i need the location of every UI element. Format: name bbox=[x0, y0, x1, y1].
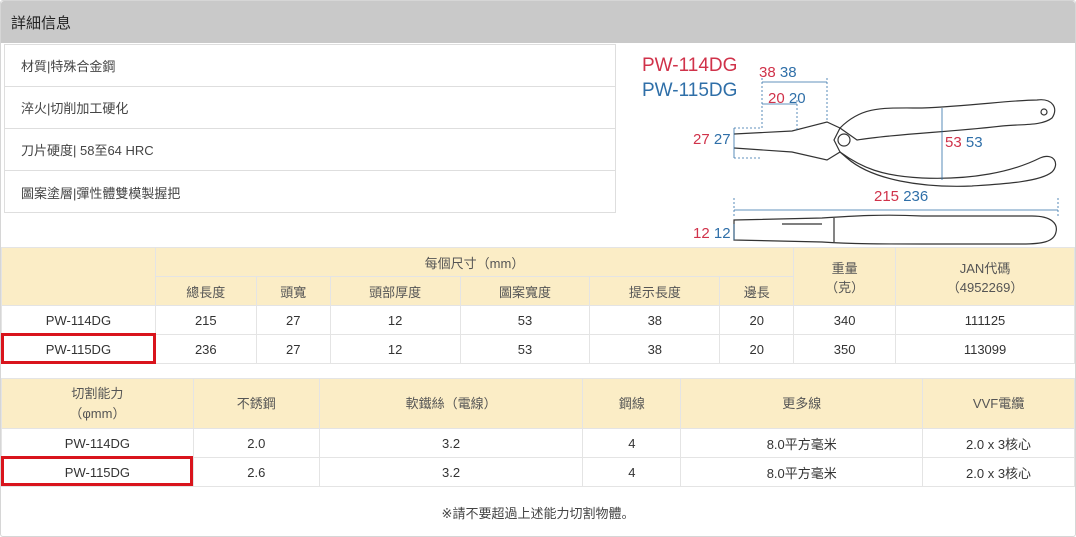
pliers-handle-ring bbox=[1040, 108, 1048, 116]
cutting-note: ※請不要超過上述能力切割物體。 bbox=[441, 506, 635, 521]
pliers-dimension-diagram: PW-114DG PW-115DG 38 38 20 20 27 27 53 5… bbox=[622, 48, 1072, 248]
diagram-model-a: PW-114DG bbox=[642, 55, 738, 76]
size-table-corner bbox=[1, 247, 156, 306]
table-cell: 3.2 bbox=[318, 457, 584, 487]
table-cell: 53 bbox=[459, 305, 591, 335]
dim-head-thickness-a: 12 bbox=[693, 225, 710, 242]
table-cell: 111125 bbox=[895, 305, 1075, 335]
pliers-pivot bbox=[837, 133, 851, 147]
dim-head-width-a: 27 bbox=[693, 131, 710, 148]
highlight-box-size-row bbox=[1, 333, 156, 364]
dim-total-length: 215 236 bbox=[874, 188, 928, 205]
cut-header-steel-wire: 鋼線 bbox=[582, 378, 682, 429]
dim-tip-length-a: 38 bbox=[759, 64, 776, 81]
size-header-total-length: 總長度 bbox=[154, 276, 257, 306]
spec-blade-hardness: 刀片硬度| 58至64 HRC bbox=[5, 129, 615, 171]
dim-grip-width: 53 53 bbox=[945, 134, 983, 151]
dim-tip-length-b: 38 bbox=[779, 64, 797, 81]
table-cell: 2.0 bbox=[192, 428, 320, 458]
dim-edge-length-a: 20 bbox=[768, 90, 785, 107]
spec-list: 材質|特殊合金鋼 淬火|切削加工硬化 刀片硬度| 58至64 HRC 圖案塗層|… bbox=[4, 44, 616, 213]
size-table: 每個尺寸（mm） 重量 （克） JAN代碼 （4952269） 總長度 頭寬 頭… bbox=[1, 247, 1075, 364]
cut-header-capacity: 切割能力 （φmm） bbox=[1, 378, 194, 429]
table-cell: 3.2 bbox=[318, 428, 584, 458]
table-cell: 2.0 x 3核心 bbox=[922, 428, 1075, 458]
table-cell: 4 bbox=[582, 428, 682, 458]
cut-header-soft-wire: 軟鐵絲（電線） bbox=[318, 378, 584, 429]
size-header-tip-length: 提示長度 bbox=[589, 276, 721, 306]
table-cell: 8.0平方毫米 bbox=[680, 428, 924, 458]
table-row: PW-115DG 236 27 12 53 38 20 350 113099 bbox=[1, 334, 1075, 364]
size-header-edge-length: 邊長 bbox=[719, 276, 795, 306]
pliers-jaw-shape bbox=[733, 121, 841, 161]
dim-total-length-a: 215 bbox=[874, 188, 900, 205]
size-header-head-width: 頭寬 bbox=[255, 276, 331, 306]
table-cell: 38 bbox=[589, 305, 721, 335]
table-cell: 27 bbox=[255, 305, 331, 335]
model-cell: PW-114DG bbox=[1, 305, 156, 335]
cut-header-stainless: 不銹鋼 bbox=[192, 378, 320, 429]
dim-edge-length-b: 20 bbox=[788, 90, 806, 107]
dim-grip-width-b: 53 bbox=[965, 134, 983, 151]
table-cell: 38 bbox=[589, 334, 721, 364]
table-cell: 236 bbox=[154, 334, 257, 364]
spec-grip-coating: 圖案塗層|彈性體雙模製握把 bbox=[21, 185, 181, 201]
spec-hardening: 淬火|切削加工硬化 bbox=[5, 87, 615, 129]
spec-material: 材質|特殊合金鋼 bbox=[5, 45, 615, 87]
table-cell: 2.0 x 3核心 bbox=[922, 457, 1075, 487]
dim-tip-length: 38 38 bbox=[759, 64, 797, 81]
dim-head-width-b: 27 bbox=[713, 131, 731, 148]
table-row: PW-114DG 2.0 3.2 4 8.0平方毫米 2.0 x 3核心 bbox=[1, 428, 1075, 458]
cut-header-stranded-wire: 更多線 bbox=[680, 378, 924, 429]
size-group-header: 每個尺寸（mm） bbox=[154, 247, 795, 277]
table-cell: 20 bbox=[719, 334, 795, 364]
table-cell: 350 bbox=[793, 334, 897, 364]
table-cell: 12 bbox=[329, 305, 461, 335]
table-cell: 20 bbox=[719, 305, 795, 335]
pliers-side-view bbox=[733, 214, 1057, 245]
table-cell: 113099 bbox=[895, 334, 1075, 364]
dim-grip-width-a: 53 bbox=[945, 134, 962, 151]
table-cell: 53 bbox=[459, 334, 591, 364]
cut-header-vvf-cable: VVF電纜 bbox=[922, 378, 1075, 429]
panel-title: 詳細信息 bbox=[11, 14, 72, 32]
table-cell: 215 bbox=[154, 305, 257, 335]
table-cell: 2.6 bbox=[192, 457, 320, 487]
table-cell: 4 bbox=[582, 457, 682, 487]
size-header-pattern-width: 圖案寬度 bbox=[459, 276, 591, 306]
size-header-head-thickness: 頭部厚度 bbox=[329, 276, 461, 306]
dim-edge-length: 20 20 bbox=[768, 90, 806, 107]
table-cell: 340 bbox=[793, 305, 897, 335]
table-cell: 8.0平方毫米 bbox=[680, 457, 924, 487]
panel-header: 詳細信息 bbox=[1, 1, 1075, 43]
pliers-drawing bbox=[733, 78, 1059, 245]
weight-header: 重量 （克） bbox=[793, 247, 897, 306]
table-cell: 12 bbox=[329, 334, 461, 364]
dim-head-thickness-b: 12 bbox=[713, 225, 731, 242]
highlight-box-cut-row bbox=[1, 456, 193, 486]
dim-head-thickness: 12 12 bbox=[693, 225, 731, 242]
dim-head-width: 27 27 bbox=[693, 131, 731, 148]
model-cell: PW-114DG bbox=[1, 428, 194, 458]
pliers-lower-handle bbox=[839, 151, 1057, 187]
table-cell: 27 bbox=[255, 334, 331, 364]
diagram-model-b: PW-115DG bbox=[642, 80, 738, 101]
table-row: PW-114DG 215 27 12 53 38 20 340 111125 bbox=[1, 305, 1075, 335]
jan-header: JAN代碼 （4952269） bbox=[895, 247, 1075, 306]
dim-total-length-b: 236 bbox=[903, 188, 929, 205]
